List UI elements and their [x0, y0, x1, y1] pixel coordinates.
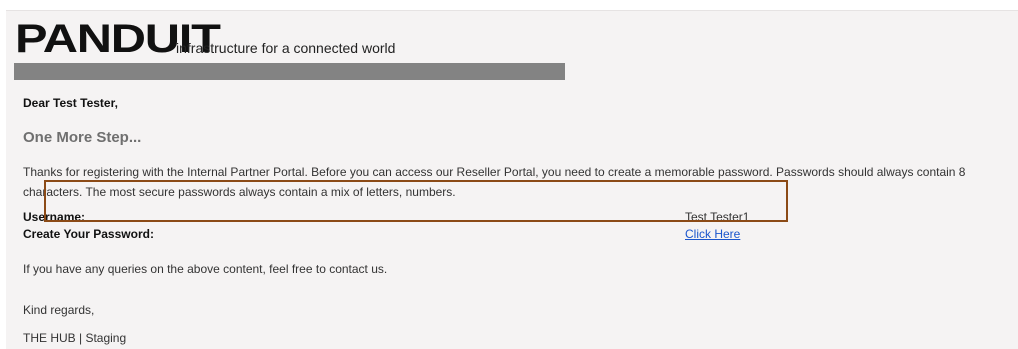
- signature: THE HUB | Staging: [23, 331, 127, 345]
- username-value: Test Tester1: [685, 210, 750, 224]
- intro-paragraph: Thanks for registering with the Internal…: [23, 165, 966, 199]
- username-label: Username:: [23, 210, 86, 224]
- email-body: PANDUIT infrastructure for a connected w…: [6, 10, 1018, 349]
- closing-text: Kind regards,: [23, 303, 95, 317]
- create-password-link[interactable]: Click Here: [685, 227, 740, 241]
- header-banner: PANDUIT infrastructure for a connected w…: [14, 19, 565, 80]
- greeting: Dear Test Tester,: [23, 96, 118, 110]
- queries-text: If you have any queries on the above con…: [23, 262, 388, 276]
- create-password-label: Create Your Password:: [23, 227, 154, 241]
- step-heading: One More Step...: [23, 129, 142, 146]
- banner-bar: [14, 63, 565, 80]
- brand-tagline: infrastructure for a connected world: [176, 40, 396, 56]
